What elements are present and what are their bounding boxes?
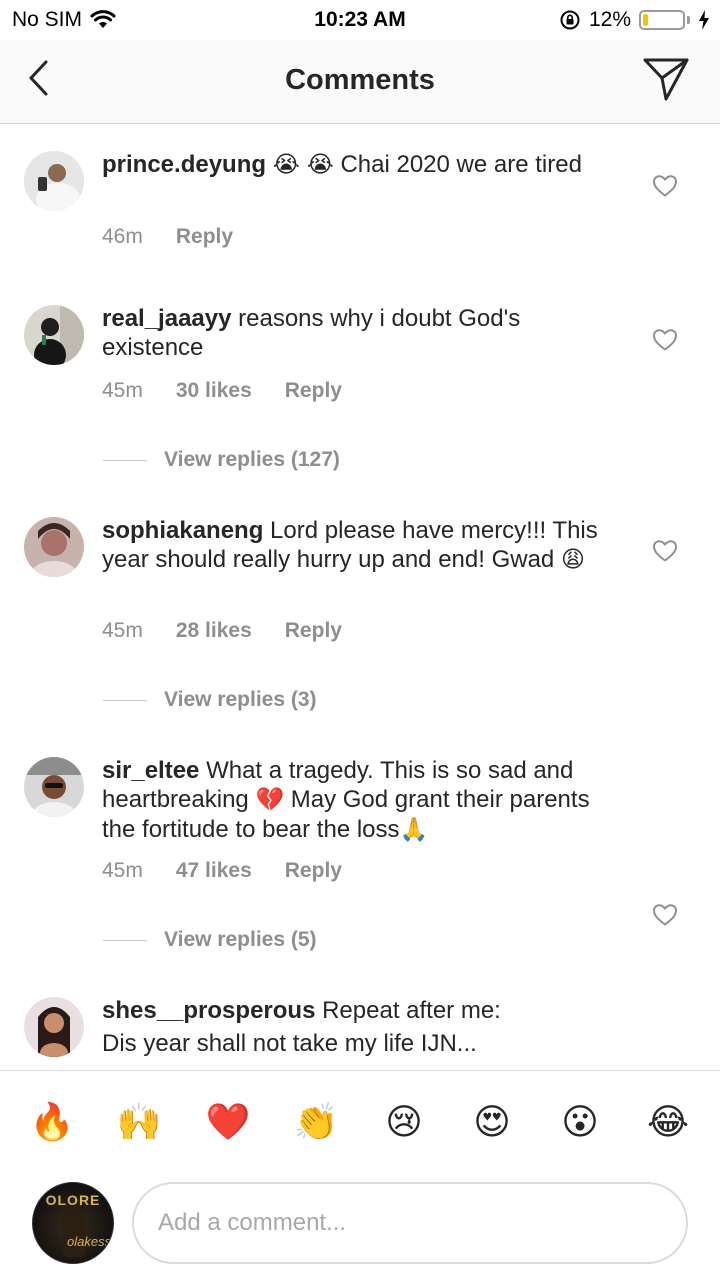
- comment-meta: 45m 28 likes Reply: [102, 619, 342, 643]
- comment-text: sophiakaneng Lord please have mercy!!! T…: [102, 516, 622, 575]
- comment-text: prince.deyung 😭 😭 Chai 2020 we are tired: [102, 150, 622, 180]
- comment-text: shes__prosperous Repeat after me: Dis ye…: [102, 996, 622, 1058]
- reply-button[interactable]: Reply: [285, 379, 342, 403]
- view-replies-button[interactable]: View replies (5): [103, 928, 317, 952]
- avatar-brand-text: OLORE: [45, 1192, 101, 1208]
- avatar[interactable]: [24, 517, 84, 577]
- header-bar: Comments: [0, 40, 720, 124]
- avatar-figure: [63, 1209, 85, 1257]
- quick-emoji-bar: 🔥 🙌 ❤️ 👏 😢 😍 😮 😂: [0, 1070, 720, 1174]
- fire-emoji-button[interactable]: 🔥: [27, 1097, 77, 1147]
- status-bar: No SIM 10:23 AM 12%: [0, 0, 720, 40]
- raising-hands-emoji-button[interactable]: 🙌: [114, 1097, 164, 1147]
- avatar[interactable]: [24, 151, 84, 211]
- comment-body-continued: Dis year shall not take my life IJN...: [102, 1030, 477, 1057]
- view-replies-button[interactable]: View replies (127): [103, 448, 340, 472]
- battery-icon: [639, 10, 685, 30]
- comment-body: Repeat after me:: [322, 997, 501, 1024]
- likes-count[interactable]: 28 likes: [176, 619, 252, 643]
- comment-meta: 45m 47 likes Reply: [102, 859, 342, 883]
- send-direct-icon[interactable]: [642, 56, 690, 102]
- comment-text: sir_eltee What a tragedy. This is so sad…: [102, 756, 622, 845]
- avatar[interactable]: [24, 757, 84, 817]
- charging-bolt-icon: [699, 10, 709, 30]
- comment-username[interactable]: sophiakaneng: [102, 517, 263, 544]
- comment-time: 45m: [102, 859, 143, 882]
- divider: [103, 939, 147, 941]
- avatar-photo: [24, 151, 84, 211]
- comment-time: 45m: [102, 379, 143, 402]
- crying-emoji: 😭 😭: [272, 152, 334, 178]
- broken-heart-emoji: 💔: [255, 787, 285, 813]
- avatar[interactable]: [24, 305, 84, 365]
- battery-tip: [687, 16, 690, 24]
- like-heart-icon[interactable]: [652, 539, 678, 563]
- page-title: Comments: [285, 64, 435, 96]
- divider: [103, 459, 147, 461]
- add-comment-input[interactable]: [132, 1182, 688, 1264]
- divider: [103, 699, 147, 701]
- crying-face-emoji-button[interactable]: 😢: [379, 1097, 429, 1147]
- like-heart-icon[interactable]: [652, 903, 678, 927]
- folded-hands-emoji: 🙏: [399, 817, 429, 843]
- avatar-photo: [24, 997, 84, 1057]
- like-heart-icon[interactable]: [652, 328, 678, 352]
- surprised-emoji-button[interactable]: 😮: [555, 1097, 605, 1147]
- comment-time: 45m: [102, 619, 143, 642]
- comment-composer: OLORE olakess: [0, 1174, 720, 1280]
- view-replies-label: View replies (5): [164, 928, 317, 951]
- reply-button[interactable]: Reply: [285, 619, 342, 643]
- reply-button[interactable]: Reply: [285, 859, 342, 883]
- orientation-lock-icon: [560, 10, 580, 30]
- likes-count[interactable]: 30 likes: [176, 379, 252, 403]
- comment-meta: 45m 30 likes Reply: [102, 379, 342, 403]
- tears-of-joy-emoji-button[interactable]: 😂: [643, 1097, 693, 1147]
- comment-meta: 46m Reply: [102, 225, 233, 249]
- comment-body: Chai 2020 we are tired: [340, 151, 582, 178]
- comment-username[interactable]: sir_eltee: [102, 757, 199, 784]
- comments-list[interactable]: prince.deyung 😭 😭 Chai 2020 we are tired…: [0, 125, 720, 1070]
- comment-username[interactable]: real_jaaayy: [102, 305, 231, 332]
- view-replies-label: View replies (3): [164, 688, 317, 711]
- avatar-photo: [24, 517, 84, 577]
- my-avatar[interactable]: OLORE olakess: [32, 1182, 114, 1264]
- comment-username[interactable]: prince.deyung: [102, 151, 266, 178]
- like-heart-icon[interactable]: [652, 174, 678, 198]
- comment-time: 46m: [102, 225, 143, 248]
- battery-percent: 12%: [588, 8, 631, 31]
- avatar-script-text: olakess: [67, 1234, 112, 1249]
- view-replies-button[interactable]: View replies (3): [103, 688, 317, 712]
- reply-button[interactable]: Reply: [176, 225, 233, 249]
- comment-text: real_jaaayy reasons why i doubt God's ex…: [102, 304, 622, 362]
- comment-username[interactable]: shes__prosperous: [102, 997, 315, 1024]
- likes-count[interactable]: 47 likes: [176, 859, 252, 883]
- weary-emoji: 😩: [560, 547, 585, 573]
- view-replies-label: View replies (127): [164, 448, 340, 471]
- avatar-photo: [24, 757, 84, 817]
- clapping-hands-emoji-button[interactable]: 👏: [291, 1097, 341, 1147]
- heart-eyes-emoji-button[interactable]: 😍: [467, 1097, 517, 1147]
- heart-emoji-button[interactable]: ❤️: [203, 1097, 253, 1147]
- avatar-photo: [24, 305, 84, 365]
- battery-level: [643, 14, 648, 26]
- avatar[interactable]: [24, 997, 84, 1057]
